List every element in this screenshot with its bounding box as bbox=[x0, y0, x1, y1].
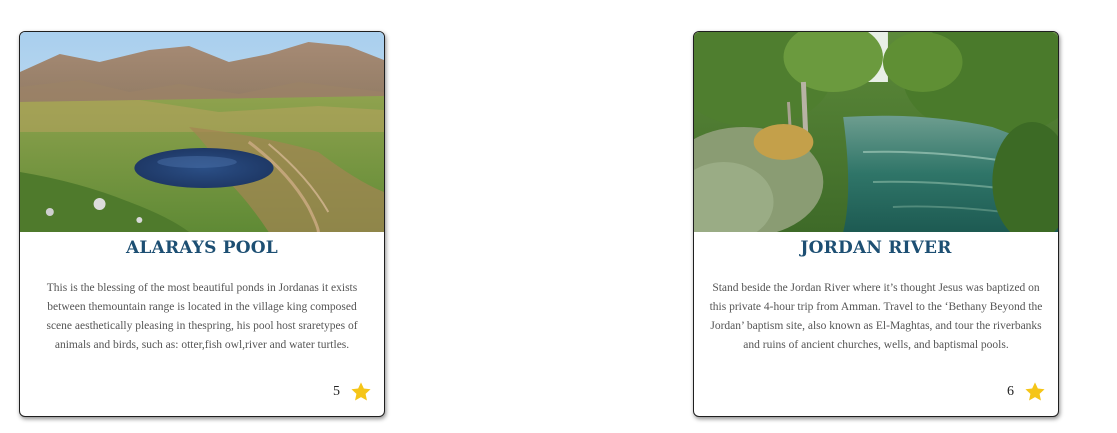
rating-count: 6 bbox=[1007, 384, 1014, 399]
card-rating: 5 bbox=[333, 380, 372, 404]
star-icon[interactable] bbox=[1024, 381, 1046, 403]
destination-card-alarays-pool[interactable]: ALARAYS POOL This is the blessing of the… bbox=[19, 31, 385, 417]
card-description: This is the blessing of the most beautif… bbox=[46, 282, 358, 351]
star-icon[interactable] bbox=[350, 381, 372, 403]
card-image-pool bbox=[20, 32, 384, 232]
destination-card-jordan-river[interactable]: JORDAN RIVER Stand beside the Jordan Riv… bbox=[693, 31, 1059, 417]
card-image-river bbox=[694, 32, 1058, 232]
page: ALARAYS POOL This is the blessing of the… bbox=[0, 0, 1117, 433]
card-title: ALARAYS POOL bbox=[126, 238, 278, 258]
card-description: Stand beside the Jordan River where it’s… bbox=[709, 282, 1043, 351]
card-title: JORDAN RIVER bbox=[800, 238, 952, 258]
rating-count: 5 bbox=[333, 384, 340, 399]
card-rating: 6 bbox=[1007, 380, 1046, 404]
